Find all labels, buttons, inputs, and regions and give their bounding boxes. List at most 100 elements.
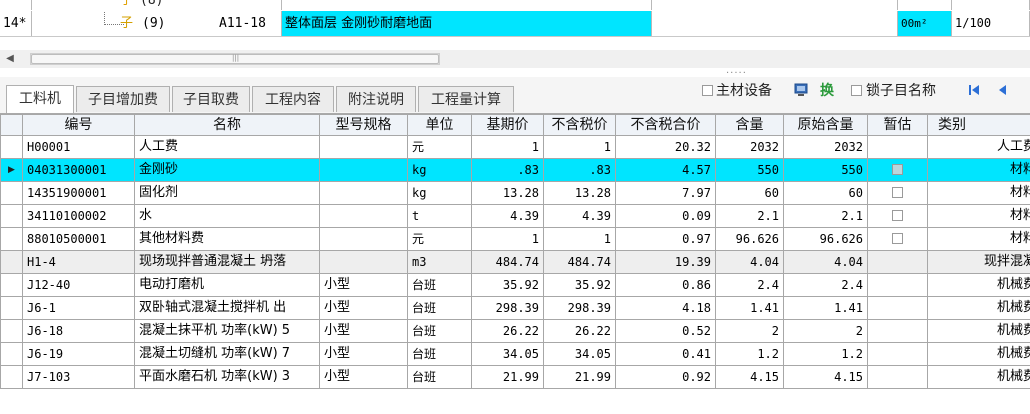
cell-base-price[interactable]: 484.74 xyxy=(471,250,544,274)
cell-orig-quantity[interactable]: 2 xyxy=(783,319,868,343)
cell-notax-total[interactable]: 0.52 xyxy=(615,319,716,343)
table-row[interactable]: 14351900001固化剂kg13.2813.287.976060材料 xyxy=(0,181,1030,205)
cell-orig-quantity[interactable]: 2.1 xyxy=(783,204,868,228)
header-notax-total[interactable]: 不含税合价 xyxy=(615,114,716,136)
cell-category[interactable]: 人工费 xyxy=(927,135,1030,159)
quota-row-14[interactable]: 14* 子 (9) A11-18 整体面层 金刚砂耐磨地面 00m² 1/100 xyxy=(0,11,1030,36)
row-indicator[interactable] xyxy=(0,227,23,251)
cell-estimate[interactable] xyxy=(867,365,928,389)
table-row[interactable]: J7-103 平面水磨石机 功率(kW) 3 小型 台班 21.99 21.99 0.92 4… xyxy=(0,365,1030,389)
cell-quantity[interactable]: 550 xyxy=(715,158,784,182)
row-indicator[interactable] xyxy=(0,342,23,366)
cell-code[interactable]: J6-1 xyxy=(22,296,135,320)
row-indicator[interactable] xyxy=(0,204,23,228)
cell-estimate[interactable] xyxy=(867,319,928,343)
quota-name-cell[interactable]: 整体面层 金刚砂耐磨地面 xyxy=(282,11,652,36)
cell-quantity[interactable]: 60 xyxy=(715,181,784,205)
row-indicator[interactable] xyxy=(0,250,23,274)
scroll-left-icon[interactable]: ◀ xyxy=(4,53,16,65)
estimate-checkbox[interactable] xyxy=(892,187,903,198)
cell-name[interactable]: 固化剂 xyxy=(134,181,320,205)
cell-notax-total[interactable]: 4.57 xyxy=(615,158,716,182)
cell-spec[interactable] xyxy=(319,158,408,182)
cell-estimate[interactable] xyxy=(867,296,928,320)
prev-page-icon[interactable] xyxy=(998,84,1008,100)
cell-notax-total[interactable]: 0.09 xyxy=(615,204,716,228)
cell-notax-total[interactable]: 0.41 xyxy=(615,342,716,366)
cell-category[interactable]: 材料 xyxy=(927,158,1030,182)
estimate-checkbox[interactable] xyxy=(892,164,903,175)
cell-category[interactable]: 材料 xyxy=(927,181,1030,205)
cell-category[interactable]: 机械费 xyxy=(927,296,1030,320)
cell-spec[interactable]: 小型 xyxy=(319,273,408,297)
cell-notax-price[interactable]: 35.92 xyxy=(543,273,616,297)
cell-notax-price[interactable]: 4.39 xyxy=(543,204,616,228)
cell-name[interactable]: 混凝土抹平机 功率(kW) 5 xyxy=(134,319,320,343)
cell-base-price[interactable]: 4.39 xyxy=(471,204,544,228)
cell-code[interactable]: 04031300001 xyxy=(22,158,135,182)
table-row[interactable]: H00001人工费元1120.3220322032人工费 xyxy=(0,135,1030,159)
cell-notax-price[interactable]: 1 xyxy=(543,227,616,251)
table-row[interactable]: J6-18 混凝土抹平机 功率(kW) 5 小型 台班 26.22 26.22 0.52 2 2… xyxy=(0,319,1030,343)
header-notax-price[interactable]: 不含税价 xyxy=(543,114,616,136)
table-row[interactable]: J6-19 混凝土切缝机 功率(kW) 7 小型 台班 34.05 34.05 0.41 1.… xyxy=(0,342,1030,366)
swap-button[interactable]: 换 xyxy=(820,81,834,101)
cell-code[interactable]: J12-40 xyxy=(22,273,135,297)
cell-base-price[interactable]: 34.05 xyxy=(471,342,544,366)
cell-category[interactable]: 材料 xyxy=(927,204,1030,228)
cell-code[interactable]: J6-18 xyxy=(22,319,135,343)
cell-notax-price[interactable]: 484.74 xyxy=(543,250,616,274)
cell-spec[interactable] xyxy=(319,204,408,228)
cell-unit[interactable]: 元 xyxy=(407,135,472,159)
cell-base-price[interactable]: 1 xyxy=(471,227,544,251)
cell-unit[interactable]: t xyxy=(407,204,472,228)
cell-base-price[interactable]: 13.28 xyxy=(471,181,544,205)
cell-orig-quantity[interactable]: 4.15 xyxy=(783,365,868,389)
header-unit[interactable]: 单位 xyxy=(407,114,472,136)
cell-notax-price[interactable]: 1 xyxy=(543,135,616,159)
cell-unit[interactable]: m3 xyxy=(407,250,472,274)
cell-orig-quantity[interactable]: 60 xyxy=(783,181,868,205)
cell-spec[interactable]: 小型 xyxy=(319,365,408,389)
first-page-icon[interactable] xyxy=(968,84,980,100)
cell-estimate[interactable] xyxy=(867,342,928,366)
cell-quantity[interactable]: 2.1 xyxy=(715,204,784,228)
cell-base-price[interactable]: 1 xyxy=(471,135,544,159)
tab-quantity-calc[interactable]: 工程量计算 xyxy=(418,86,514,112)
tab-item-addon-fee[interactable]: 子目增加费 xyxy=(76,86,170,112)
cell-notax-total[interactable]: 0.92 xyxy=(615,365,716,389)
cell-base-price[interactable]: 35.92 xyxy=(471,273,544,297)
cell-quantity[interactable]: 2.4 xyxy=(715,273,784,297)
tab-item-fee[interactable]: 子目取费 xyxy=(172,86,250,112)
cell-base-price[interactable]: .83 xyxy=(471,158,544,182)
main-material-checkbox[interactable] xyxy=(702,85,713,96)
cell-quantity[interactable]: 4.15 xyxy=(715,365,784,389)
quota-row-partial[interactable]: 子 (8) xyxy=(0,0,1030,10)
cell-quantity[interactable]: 4.04 xyxy=(715,250,784,274)
cell-category[interactable]: 现拌混凝 xyxy=(927,250,1030,274)
cell-unit[interactable]: 台班 xyxy=(407,342,472,366)
lock-name-checkbox[interactable] xyxy=(851,85,862,96)
cell-estimate[interactable] xyxy=(867,227,928,251)
cell-quantity[interactable]: 2 xyxy=(715,319,784,343)
cell-estimate[interactable] xyxy=(867,135,928,159)
cell-notax-price[interactable]: 26.22 xyxy=(543,319,616,343)
cell-spec[interactable] xyxy=(319,135,408,159)
cell-code[interactable]: J7-103 xyxy=(22,365,135,389)
cell-code[interactable]: 88010500001 xyxy=(22,227,135,251)
cell-name[interactable]: 人工费 xyxy=(134,135,320,159)
row-indicator[interactable] xyxy=(0,319,23,343)
cell-notax-total[interactable]: 20.32 xyxy=(615,135,716,159)
cell-unit[interactable]: 台班 xyxy=(407,365,472,389)
cell-name[interactable]: 现场现拌普通混凝土 坍落 xyxy=(134,250,320,274)
cell-notax-total[interactable]: 19.39 xyxy=(615,250,716,274)
cell-notax-price[interactable]: 13.28 xyxy=(543,181,616,205)
cell-quantity[interactable]: 1.41 xyxy=(715,296,784,320)
cell-orig-quantity[interactable]: 1.41 xyxy=(783,296,868,320)
cell-spec[interactable] xyxy=(319,181,408,205)
table-row[interactable]: ▶04031300001金刚砂kg.83.834.57550550材料 xyxy=(0,158,1030,182)
tab-notes[interactable]: 附注说明 xyxy=(336,86,416,112)
header-name[interactable]: 名称 xyxy=(134,114,320,136)
cell-code[interactable]: 34110100002 xyxy=(22,204,135,228)
cell-unit[interactable]: 元 xyxy=(407,227,472,251)
